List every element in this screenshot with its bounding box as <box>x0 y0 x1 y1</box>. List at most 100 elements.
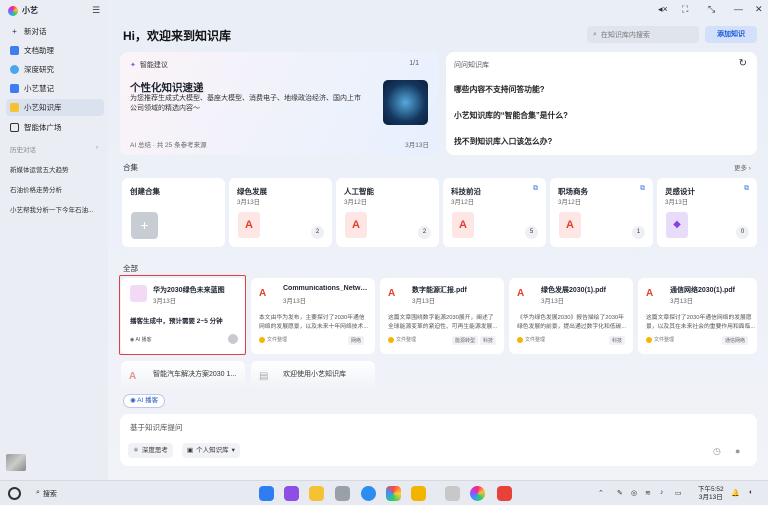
input-placeholder: 基于知识库提问 <box>130 423 183 432</box>
deep-think-button[interactable]: ⚛ 深度思考 <box>128 443 173 458</box>
deep-think-icon: ⚛ <box>133 447 139 454</box>
search-input[interactable]: ⌕ 在知识库内搜索 <box>587 26 699 43</box>
collection-card[interactable]: 职场商务 ⧉ 3月12日 A 1 <box>550 178 653 247</box>
pdf-icon: A <box>388 288 396 299</box>
send-icon[interactable]: ● <box>735 446 740 456</box>
assistant-icon[interactable]: ◐ <box>749 489 753 496</box>
app-icon[interactable] <box>445 486 460 501</box>
doc-desc: 这篇文章围绕数字能源2030展开，阐述了全球能源变革的紧迫性、可再生能源发展..… <box>388 315 498 330</box>
source-label: 文件整理 <box>267 337 288 343</box>
ai-podcast-chip-label: AI 播客 <box>137 397 159 404</box>
collection-card[interactable]: 灵感设计 ⧉ 3月13日 ◆ 0 <box>657 178 757 247</box>
gallery-icon[interactable] <box>386 486 401 501</box>
volume-icon[interactable]: ♪ <box>660 489 664 496</box>
doc-card[interactable]: A 数字能源汇报.pdf 3月13日 这篇文章围绕数字能源2030展开，阐述了全… <box>380 278 504 354</box>
question-item[interactable]: 哪些内容不支持问答功能? <box>454 84 545 95</box>
ask-knowledge-card: 问问知识库 ↻ 哪些内容不支持问答功能? 小艺知识库的“智能合集”是什么? 找不… <box>446 52 757 155</box>
sidebar-item-notes[interactable]: 小艺慧记 <box>6 80 104 97</box>
battery-icon[interactable]: ▭ <box>675 489 682 497</box>
collection-count: 1 <box>632 226 645 239</box>
doc-date: 3月13日 <box>283 298 307 305</box>
sidebar-item-new-chat[interactable]: + 新对话 <box>6 23 104 40</box>
shared-icon: ⧉ <box>744 185 749 192</box>
history-item[interactable]: 石油价格走势分析 <box>10 184 62 194</box>
pdf-icon: A <box>129 371 137 382</box>
history-header[interactable]: 历史对话 › <box>10 144 98 154</box>
avatar[interactable] <box>6 454 26 471</box>
fullscreen-icon[interactable]: ⛶ <box>682 4 688 15</box>
create-collection-card[interactable]: 创建合集 + <box>122 178 225 247</box>
clock[interactable]: 下午5:52 3月13日 <box>698 486 724 502</box>
taskbar-search[interactable]: ⌕ 搜索 <box>36 489 57 499</box>
app-grid-icon[interactable] <box>259 486 274 501</box>
doc-card-partial[interactable]: ▤ 欢迎使用小艺知识库 <box>251 361 375 387</box>
page-indicator: 1/1 <box>409 60 419 67</box>
browser-icon[interactable] <box>361 486 376 501</box>
knowledge-icon <box>10 103 19 112</box>
pdf-icon: A <box>238 212 260 238</box>
app-icon[interactable]: ◎ <box>631 489 637 497</box>
plus-icon: + <box>131 212 158 239</box>
sidebar-item-label: 小艺知识库 <box>24 103 62 112</box>
sidebar-item-knowledge-base[interactable]: 小艺知识库 <box>6 99 104 116</box>
doc-card-partial[interactable]: A 智能汽车解决方案2030 1... <box>121 361 245 387</box>
question-item[interactable]: 找不到知识库入口该怎么办? <box>454 136 552 147</box>
history-item[interactable]: 新媒体运营五大趋势 <box>10 164 69 174</box>
collection-count: 0 <box>736 226 749 239</box>
doc-tag: 科技 <box>480 336 497 345</box>
collection-name: 科技前沿 <box>451 187 481 196</box>
note-icon <box>10 84 19 93</box>
collection-name: 灵感设计 <box>665 187 695 196</box>
more-label: 更多 <box>734 165 747 172</box>
sidebar-item-doc-assistant[interactable]: 文档助理 <box>6 42 104 59</box>
collection-card[interactable]: 绿色发展 3月13日 A 2 <box>229 178 332 247</box>
inspiration-icon: ◆ <box>666 212 688 238</box>
app-icon[interactable] <box>497 486 512 501</box>
highlight-box <box>119 275 246 355</box>
trash-icon[interactable] <box>335 486 350 501</box>
minimize-icon[interactable]: — <box>734 4 743 14</box>
doc-name: Communications_Networ... <box>283 285 369 292</box>
search-icon: ⌕ <box>593 30 597 38</box>
ask-knowledge-title: 问问知识库 <box>454 62 489 69</box>
knowledge-scope-label: 个人知识库 <box>196 447 229 454</box>
source-badge: 文件整理 <box>388 336 416 343</box>
doc-card[interactable]: A 通信网络2030(1).pdf 3月13日 这篇文章探讨了2030年通信网络… <box>638 278 757 354</box>
question-input[interactable]: 基于知识库提问 ⚛ 深度思考 ▣ 个人知识库 ▾ ◷ ● <box>120 414 757 466</box>
add-knowledge-button[interactable]: 添加知识 <box>705 26 757 43</box>
start-icon[interactable] <box>8 487 21 500</box>
collection-name: 创建合集 <box>130 187 160 196</box>
knowledge-scope-select[interactable]: ▣ 个人知识库 ▾ <box>182 443 240 458</box>
app-icon[interactable] <box>284 486 299 501</box>
question-item[interactable]: 小艺知识库的“智能合集”是什么? <box>454 110 568 121</box>
clock-icon[interactable]: ◷ <box>713 446 721 457</box>
search-icon: ⌕ <box>36 489 40 496</box>
recommendation-card[interactable]: ✦ 智能建议 1/1 个性化知识速递 为您推荐生成式大模型、基座大模型、消费电子… <box>120 52 439 155</box>
pin-icon[interactable]: ⤡ <box>708 4 715 15</box>
sidebar-item-agent-plaza[interactable]: 智能体广场 <box>6 119 104 136</box>
notes-icon[interactable] <box>411 486 426 501</box>
source-label: 文件整理 <box>396 337 417 343</box>
xiaoyi-icon[interactable] <box>470 486 485 501</box>
folder-icon: ▣ <box>187 447 194 454</box>
document-icon: ▤ <box>259 371 269 382</box>
history-item[interactable]: 小艺帮我分析一下今年石油... <box>10 204 93 214</box>
doc-card[interactable]: A Communications_Networ... 3月13日 本文由华为发布… <box>251 278 375 354</box>
doc-card[interactable]: A 绿色发展2030(1).pdf 3月13日 《华为绿色发展2030》报告描绘… <box>509 278 633 354</box>
collection-card[interactable]: 人工智能 3月12日 A 2 <box>336 178 439 247</box>
wifi-icon[interactable]: ≋ <box>645 489 651 497</box>
collection-card[interactable]: 科技前沿 ⧉ 3月12日 A 5 <box>443 178 546 247</box>
pen-icon[interactable]: ✎ <box>617 489 623 497</box>
speaker-icon[interactable]: ◂× <box>658 4 668 15</box>
chevron-up-icon[interactable]: ⌃ <box>598 489 604 497</box>
sidebar-item-deep-research[interactable]: 深度研究 <box>6 61 104 78</box>
more-link[interactable]: 更多 › <box>734 162 751 172</box>
refresh-icon[interactable]: ↻ <box>739 58 747 69</box>
notification-icon[interactable]: 🔔 <box>731 489 740 497</box>
sidebar-toggle-icon[interactable]: ☰ <box>92 5 100 16</box>
folder-icon[interactable] <box>309 486 324 501</box>
pdf-icon: A <box>646 288 654 299</box>
close-icon[interactable]: ✕ <box>755 4 763 15</box>
recommendation-image <box>383 80 428 125</box>
ai-podcast-chip[interactable]: ◉ AI 播客 <box>123 394 166 408</box>
